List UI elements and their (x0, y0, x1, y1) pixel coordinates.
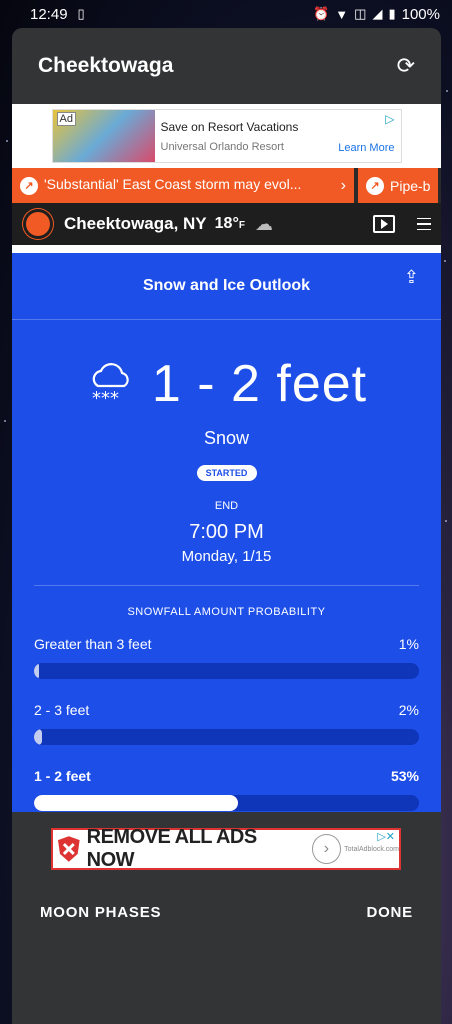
share-icon[interactable]: ⇪ (404, 267, 419, 288)
wifi-icon: ▼ (335, 6, 349, 22)
temp-unit: F (238, 220, 245, 231)
probability-title: SNOWFALL AMOUNT PROBABILITY (127, 606, 326, 618)
ad-bottom-text[interactable]: REMOVE ALL ADS NOW (87, 826, 306, 872)
ticker-text: 'Substantial' East Coast storm may evol.… (44, 176, 302, 193)
trending-arrow-icon: ↗ (366, 176, 384, 195)
current-temp: 18°F (215, 215, 245, 233)
done-button[interactable]: DONE (366, 904, 413, 921)
snow-cloud-icon: *** (92, 363, 129, 409)
probability-bar-track (34, 663, 419, 679)
video-icon[interactable] (373, 215, 395, 233)
probability-value: 53% (390, 768, 419, 784)
temp-value: 18° (214, 215, 239, 232)
ad-image[interactable]: Ad (52, 110, 155, 162)
probability-label: Greater than 3 feet (34, 636, 152, 652)
status-badge: STARTED (196, 465, 257, 481)
ticker-item[interactable]: ↗ 'Substantial' East Coast storm may evol… (12, 168, 354, 203)
location-name[interactable]: Cheektowaga, NY (64, 214, 207, 234)
signal-icon: ◢ (372, 6, 383, 21)
status-bar: 12:49 ▯ ⏰ ▼ ◫ ◢ ▮ 100% (0, 0, 452, 28)
ad-learn-more-link[interactable]: Learn More (338, 142, 394, 154)
panel-header: Snow and Ice Outlook ⇪ (12, 253, 441, 320)
probability-header: 1 - 2 feet 53% (34, 768, 419, 784)
probability-row: Greater than 3 feet 1% (34, 636, 419, 679)
news-ticker: ↗ 'Substantial' East Coast storm may evol… (12, 168, 441, 203)
end-time: 7:00 PM (189, 521, 264, 543)
probability-row: 1 - 2 feet 53% (34, 768, 419, 811)
probability-value: 2% (398, 702, 419, 718)
probability-header: 2 - 3 feet 2% (34, 702, 419, 718)
footer: MOON PHASES DONE (12, 904, 441, 921)
precip-type: Snow (203, 428, 250, 448)
vibrate-icon: ▯ (77, 6, 85, 21)
snow-amount: 1 - 2 feet (151, 355, 368, 413)
location-bar: Cheektowaga, NY 18°F ☁ (12, 203, 441, 245)
battery-icon: ▮ (388, 6, 396, 21)
ad-text[interactable]: Save on Resort Vacations Universal Orlan… (155, 110, 401, 162)
probability-label: 1 - 2 feet (34, 768, 91, 784)
arrow-right-icon[interactable]: › (311, 834, 342, 864)
status-time: 12:49 (30, 5, 68, 23)
end-label: END (214, 500, 239, 512)
menu-icon[interactable] (417, 217, 431, 231)
page-title: Cheektowaga (38, 54, 174, 77)
amount-row: *** 1 - 2 feet (12, 354, 441, 414)
probability-header: Greater than 3 feet 1% (34, 636, 419, 652)
ad-bottom-brand: TotalAdblock.com (344, 845, 400, 853)
svg-text:***: *** (92, 388, 119, 409)
chevron-right-icon: › (340, 176, 346, 194)
probability-row: 2 - 3 feet 2% (34, 702, 419, 745)
lte-icon: ◫ (354, 6, 367, 21)
refresh-icon[interactable]: ⟳ (397, 53, 415, 79)
end-date: Monday, 1/15 (181, 548, 272, 565)
probability-bar-fill (34, 795, 239, 811)
ad-choices-icon[interactable]: ▷ (385, 112, 394, 126)
ticker-item[interactable]: ↗ Pipe-b (358, 168, 439, 203)
probability-bar-track (34, 795, 419, 811)
moon-phases-button[interactable]: MOON PHASES (40, 904, 161, 921)
snow-outlook-panel: Snow and Ice Outlook ⇪ *** 1 - 2 feet Sn… (12, 253, 441, 888)
snow-cloud-icon: ☁ (254, 213, 273, 234)
probability-bar-fill (34, 663, 39, 679)
bottom-area: REMOVE ALL ADS NOW › TotalAdblock.com ▷✕… (12, 812, 441, 1024)
ad-banner-bottom[interactable]: REMOVE ALL ADS NOW › TotalAdblock.com ▷✕ (51, 826, 401, 872)
ad-label: Ad (56, 112, 76, 126)
battery-percent: 100% (401, 5, 440, 23)
probability-bar-track (34, 729, 419, 745)
divider (34, 585, 419, 586)
probability-value: 1% (398, 636, 419, 652)
trending-arrow-icon: ↗ (20, 176, 38, 195)
weather-card: Cheektowaga ⟳ Ad Save on Resort Vacation… (12, 28, 441, 1024)
ad-headline[interactable]: Save on Resort Vacations (161, 120, 393, 134)
probability-label: 2 - 3 feet (34, 702, 90, 718)
ticker-text: Pipe-b (390, 177, 431, 194)
card-header: Cheektowaga ⟳ (12, 28, 441, 104)
ad-banner-top: Ad Save on Resort Vacations Universal Or… (12, 104, 441, 168)
panel-title: Snow and Ice Outlook (142, 277, 311, 294)
ad-choices-icon[interactable]: ▷✕ (377, 830, 395, 843)
probability-bar-fill (34, 729, 42, 745)
shield-x-icon (57, 836, 80, 862)
alarm-icon: ⏰ (313, 6, 330, 21)
ad-box[interactable]: Ad Save on Resort Vacations Universal Or… (51, 109, 402, 163)
sun-logo-icon[interactable] (26, 212, 50, 236)
